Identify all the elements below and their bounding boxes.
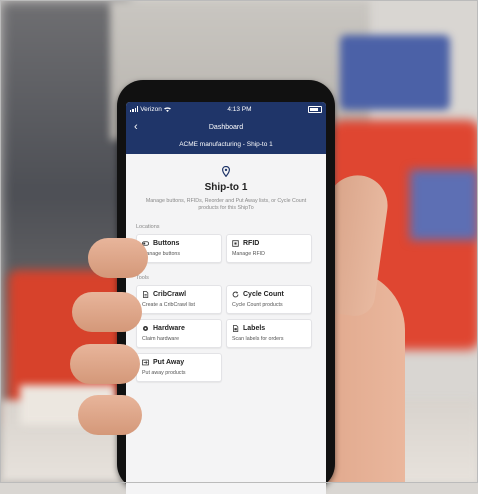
card-title: Buttons [153, 240, 180, 248]
page-title: Ship-to 1 [204, 182, 248, 193]
main-content: Ship-to 1 Manage buttons, RFIDs, Reorder… [126, 164, 326, 383]
finger [72, 292, 142, 332]
card-put-away[interactable]: Put Away Put away products [136, 353, 222, 383]
section-locations-label: Locations [136, 224, 160, 231]
card-title: CribCrawl [153, 291, 187, 299]
phone-screen: Verizon 4:13 PM ‹ Dashboard ACME manufac… [126, 102, 326, 494]
locations-grid: Buttons Manage buttons RFID Manage RFID [136, 234, 326, 264]
finger [78, 395, 142, 435]
section-tools-label: Tools [136, 275, 149, 282]
card-buttons[interactable]: Buttons Manage buttons [136, 234, 222, 264]
gear-icon [142, 326, 149, 332]
card-subtitle: Manage RFID [232, 251, 265, 258]
card-subtitle: Put away products [142, 370, 186, 377]
signal-icon [130, 106, 139, 112]
card-subtitle: Claim hardware [142, 336, 180, 343]
card-hardware[interactable]: Hardware Claim hardware [136, 319, 222, 349]
finger [88, 238, 148, 278]
label-icon [233, 325, 239, 333]
location-pin-icon [126, 164, 326, 178]
nav-header: ‹ Dashboard ACME manufacturing - Ship-to… [126, 116, 326, 154]
card-cribcrawl[interactable]: CribCrawl Create a CribCrawl list [136, 285, 222, 315]
battery-icon [308, 105, 322, 113]
card-subtitle: Scan labels for orders [232, 336, 284, 343]
card-subtitle: Manage buttons [142, 251, 180, 258]
finger [70, 344, 140, 384]
carrier-label: Verizon [140, 105, 162, 113]
phone: Verizon 4:13 PM ‹ Dashboard ACME manufac… [117, 80, 335, 494]
put-away-icon [142, 359, 149, 366]
card-rfid[interactable]: RFID Manage RFID [226, 234, 312, 264]
card-title: RFID [243, 240, 260, 248]
rfid-icon [232, 240, 239, 248]
card-title: Labels [243, 325, 266, 333]
card-title: Put Away [153, 359, 185, 367]
card-subtitle: Create a CribCrawl list [142, 302, 195, 309]
nav-subtitle: ACME manufacturing - Ship-to 1 [179, 141, 273, 148]
status-bar: Verizon 4:13 PM [126, 102, 326, 116]
card-cycle-count[interactable]: Cycle Count Cycle Count products [226, 285, 312, 315]
wifi-icon [163, 106, 171, 112]
clock: 4:13 PM [227, 105, 252, 113]
document-icon [143, 291, 149, 299]
card-title: Cycle Count [243, 291, 284, 299]
nav-title: Dashboard [208, 124, 244, 131]
refresh-icon [232, 291, 239, 298]
page-description: Manage buttons, RFIDs, Reorder and Put A… [145, 198, 307, 212]
tools-grid: CribCrawl Create a CribCrawl list Cycle … [136, 285, 326, 383]
card-labels[interactable]: Labels Scan labels for orders [226, 319, 312, 349]
card-title: Hardware [153, 325, 185, 333]
card-subtitle: Cycle Count products [232, 302, 283, 309]
